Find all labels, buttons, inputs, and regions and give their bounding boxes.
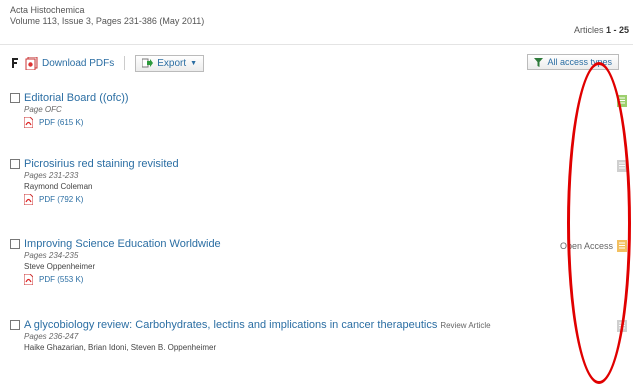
pdf-icon bbox=[24, 194, 39, 205]
free-access-icon bbox=[617, 94, 627, 107]
issue-header: Acta Histochemica Volume 113, Issue 3, P… bbox=[10, 5, 625, 27]
article-pdf-link[interactable]: PDF (553 K) bbox=[24, 274, 622, 285]
pdf-icon bbox=[24, 117, 39, 128]
header-divider bbox=[0, 44, 633, 45]
article-pages: Pages 236-247 bbox=[24, 332, 79, 341]
chevron-down-icon: ▼ bbox=[190, 59, 198, 67]
article-item: Picrosirius red staining revisited Pages… bbox=[10, 158, 622, 205]
article-count: Articles 1 - 25 bbox=[574, 25, 629, 35]
article-pdf-link[interactable]: PDF (792 K) bbox=[24, 194, 622, 205]
article-pages: Pages 231-233 bbox=[24, 171, 79, 180]
select-arrow-icon[interactable] bbox=[10, 57, 19, 69]
article-item: Improving Science Education Worldwide Pa… bbox=[10, 238, 622, 285]
article-checkbox[interactable] bbox=[10, 320, 20, 330]
download-pdfs-button[interactable]: Download PDFs bbox=[25, 56, 115, 70]
article-authors: Raymond Coleman bbox=[24, 182, 93, 191]
pdf-size-label: PDF (792 K) bbox=[39, 195, 84, 204]
article-pages: Pages 234-235 bbox=[24, 251, 79, 260]
pdf-icon bbox=[24, 274, 39, 285]
article-pdf-link[interactable]: PDF (615 K) bbox=[24, 117, 622, 128]
subscription-access-icon bbox=[617, 319, 627, 332]
access-filter-dropdown[interactable]: All access types bbox=[527, 54, 619, 70]
subscription-access-icon bbox=[617, 159, 627, 172]
article-title-link[interactable]: Improving Science Education Worldwide bbox=[24, 238, 221, 250]
pdf-size-label: PDF (553 K) bbox=[39, 275, 84, 284]
open-access-label: Open Access bbox=[559, 241, 613, 251]
toolbar: Download PDFs Export ▼ bbox=[10, 53, 205, 73]
issue-volume: Volume 113, Issue 3, Pages 231-386 (May … bbox=[10, 16, 205, 26]
journal-title: Acta Histochemica bbox=[10, 5, 85, 15]
article-checkbox[interactable] bbox=[10, 239, 20, 249]
article-title-link[interactable]: Picrosirius red staining revisited bbox=[24, 158, 179, 170]
article-authors: Steve Oppenheimer bbox=[24, 262, 96, 271]
pdf-size-label: PDF (615 K) bbox=[39, 118, 84, 127]
article-count-label: Articles bbox=[573, 25, 604, 35]
article-type-tag: Review Article bbox=[440, 320, 491, 330]
toolbar-separator bbox=[124, 56, 126, 70]
open-access-icon bbox=[617, 239, 627, 252]
filter-label: All access types bbox=[547, 57, 612, 67]
article-item: Editorial Board ((ofc)) Page OFC PDF (61… bbox=[10, 92, 622, 128]
article-checkbox[interactable] bbox=[10, 93, 20, 103]
filter-funnel-icon bbox=[534, 57, 544, 67]
article-item: A glycobiology review: Carbohydrates, le… bbox=[10, 319, 622, 353]
article-title-link[interactable]: A glycobiology review: Carbohydrates, le… bbox=[24, 319, 437, 331]
article-pages: Page OFC bbox=[24, 105, 62, 114]
article-checkbox[interactable] bbox=[10, 159, 20, 169]
export-label: Export bbox=[157, 57, 187, 69]
export-icon bbox=[142, 58, 154, 68]
article-title-link[interactable]: Editorial Board ((ofc)) bbox=[24, 92, 129, 104]
pdf-stack-icon bbox=[25, 56, 39, 70]
article-count-range: 1 - 25 bbox=[605, 25, 629, 35]
article-authors: Haike Ghazarian, Brian Idoni, Steven B. … bbox=[24, 343, 217, 352]
export-button[interactable]: Export ▼ bbox=[135, 54, 205, 72]
download-pdfs-label: Download PDFs bbox=[42, 57, 115, 69]
